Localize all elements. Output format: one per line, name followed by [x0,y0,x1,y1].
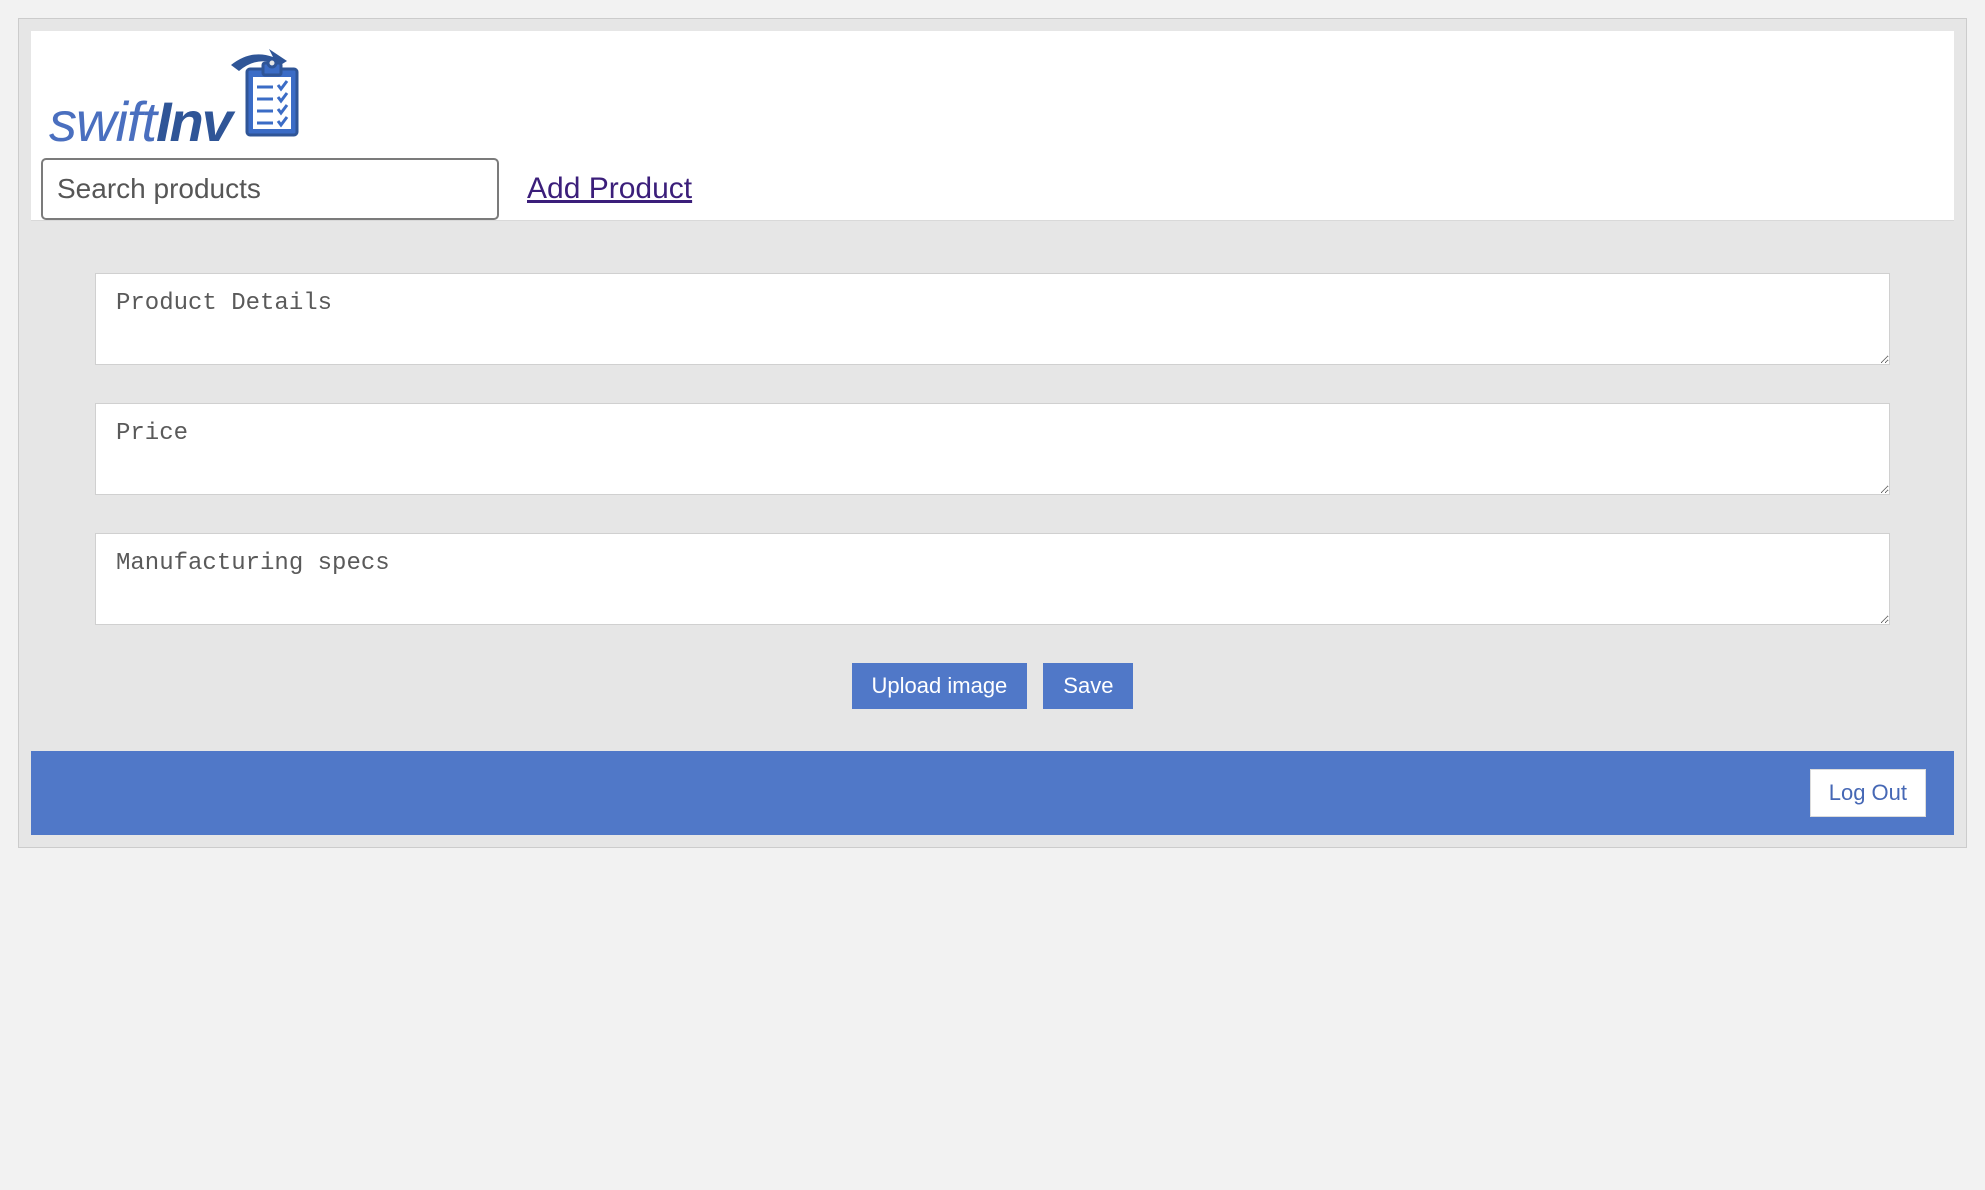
search-input[interactable] [41,158,499,220]
header-controls: Add Product [41,154,1944,220]
save-button[interactable]: Save [1043,663,1133,709]
logout-button[interactable]: Log Out [1810,769,1926,817]
product-form: Upload image Save [31,221,1954,751]
footer-bar: Log Out [31,751,1954,835]
add-product-link[interactable]: Add Product [527,172,692,206]
upload-image-button[interactable]: Upload image [852,663,1028,709]
price-field[interactable] [95,403,1890,495]
logo-text-swift: swift [49,94,156,150]
product-details-field[interactable] [95,273,1890,365]
manufacturing-specs-field[interactable] [95,533,1890,625]
logo-text-inv: Inv [156,94,231,150]
logo: swiftInv [41,41,1944,154]
app-frame: swiftInv [18,18,1967,848]
header: swiftInv [31,31,1954,221]
clipboard-checklist-icon [229,47,307,148]
form-button-row: Upload image Save [95,663,1890,709]
